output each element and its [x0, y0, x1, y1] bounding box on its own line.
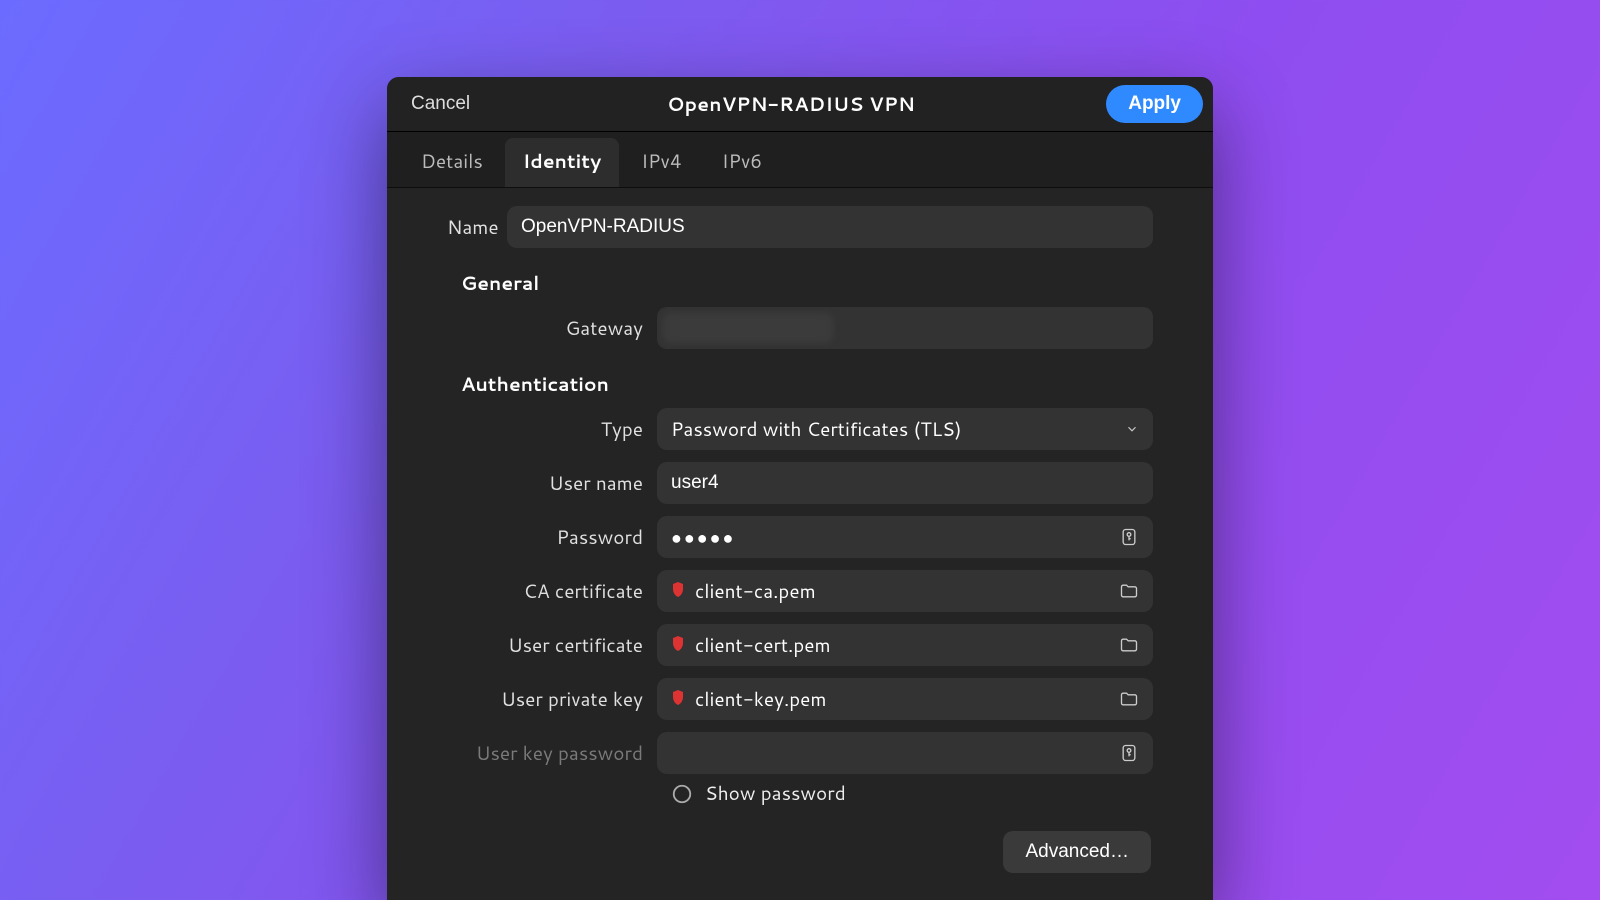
- vpn-settings-dialog: Cancel OpenVPN-RADIUS VPN Apply Details …: [387, 77, 1213, 900]
- password-masked: ●●●●●: [671, 524, 735, 550]
- certificate-icon: [671, 636, 685, 654]
- user-key-label: User private key: [447, 686, 657, 713]
- user-cert-filename: client-cert.pem: [695, 632, 831, 659]
- password-label: Password: [447, 524, 657, 551]
- username-label: User name: [447, 470, 657, 497]
- radio-unchecked-icon: [671, 783, 693, 805]
- cancel-button[interactable]: Cancel: [405, 87, 476, 121]
- keyring-icon[interactable]: [1119, 743, 1139, 763]
- show-password-label: Show password: [705, 780, 846, 807]
- name-input-wrap: [507, 206, 1153, 248]
- dialog-header: Cancel OpenVPN-RADIUS VPN Apply: [387, 77, 1213, 131]
- row-auth-type: Type Password with Certificates (TLS): [447, 408, 1153, 450]
- row-gateway: Gateway: [447, 307, 1153, 349]
- user-cert-label: User certificate: [447, 632, 657, 659]
- name-label: Name: [447, 214, 507, 241]
- tab-identity[interactable]: Identity: [505, 138, 620, 187]
- row-user-key-password: User key password: [447, 732, 1153, 774]
- password-field[interactable]: ●●●●●: [657, 516, 1153, 558]
- ca-cert-label: CA certificate: [447, 578, 657, 605]
- apply-button[interactable]: Apply: [1106, 85, 1203, 123]
- section-general: General: [461, 270, 1153, 297]
- gateway-input-wrap: [657, 307, 1153, 349]
- user-key-password-label: User key password: [447, 740, 657, 767]
- keyring-icon[interactable]: [1119, 527, 1139, 547]
- dialog-title: OpenVPN-RADIUS VPN: [476, 91, 1106, 118]
- row-user-key: User private key client-key.pem: [447, 678, 1153, 720]
- auth-type-select[interactable]: Password with Certificates (TLS): [657, 408, 1153, 450]
- row-password: Password ●●●●●: [447, 516, 1153, 558]
- gateway-label: Gateway: [447, 315, 657, 342]
- tab-bar: Details Identity IPv4 IPv6: [387, 131, 1213, 188]
- username-input[interactable]: [671, 472, 1139, 494]
- tab-ipv6[interactable]: IPv6: [704, 138, 780, 187]
- identity-panel: Name General Gateway Authentication Type: [387, 188, 1213, 900]
- key-file-icon: [671, 690, 685, 708]
- folder-icon: [1119, 635, 1139, 655]
- row-username: User name: [447, 462, 1153, 504]
- folder-icon: [1119, 581, 1139, 601]
- user-cert-chooser[interactable]: client-cert.pem: [657, 624, 1153, 666]
- section-authentication: Authentication: [461, 371, 1153, 398]
- certificate-icon: [671, 582, 685, 600]
- row-name: Name: [447, 206, 1153, 248]
- ca-cert-chooser[interactable]: client-ca.pem: [657, 570, 1153, 612]
- folder-icon: [1119, 689, 1139, 709]
- footer: Advanced…: [447, 807, 1153, 873]
- ca-cert-filename: client-ca.pem: [695, 578, 816, 605]
- user-key-chooser[interactable]: client-key.pem: [657, 678, 1153, 720]
- chevron-down-icon: [1125, 422, 1139, 436]
- advanced-button[interactable]: Advanced…: [1003, 831, 1151, 873]
- tab-details[interactable]: Details: [403, 138, 501, 187]
- gateway-redacted: [663, 313, 833, 343]
- user-key-filename: client-key.pem: [695, 686, 826, 713]
- name-input[interactable]: [521, 216, 1139, 238]
- username-input-wrap: [657, 462, 1153, 504]
- row-ca-cert: CA certificate client-ca.pem: [447, 570, 1153, 612]
- row-user-cert: User certificate client-cert.pem: [447, 624, 1153, 666]
- auth-type-label: Type: [447, 416, 657, 443]
- show-password-toggle[interactable]: Show password: [671, 780, 1153, 807]
- user-key-password-field[interactable]: [657, 732, 1153, 774]
- auth-type-value: Password with Certificates (TLS): [671, 416, 962, 443]
- tab-ipv4[interactable]: IPv4: [623, 138, 699, 187]
